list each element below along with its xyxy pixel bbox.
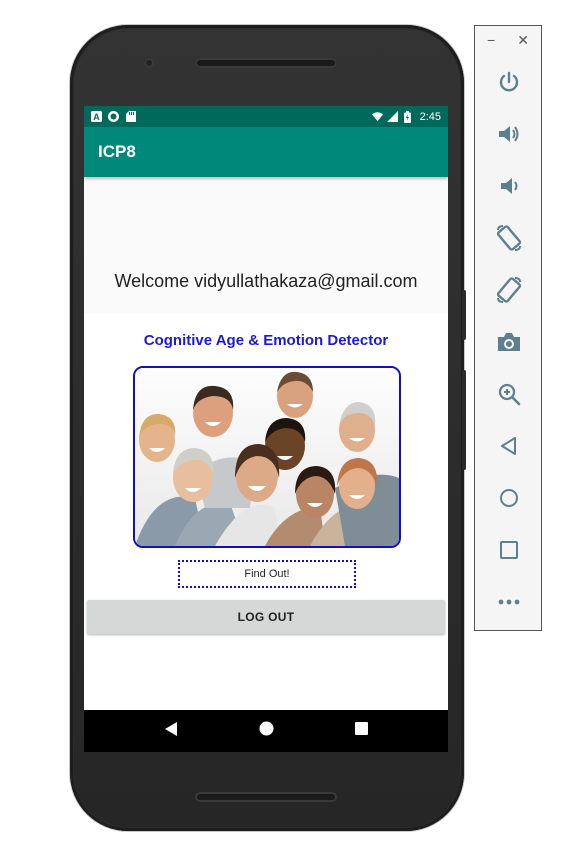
rotate-left-icon[interactable] [493, 222, 525, 254]
home-icon[interactable] [259, 721, 274, 741]
side-button-power[interactable] [462, 290, 466, 340]
camera-icon[interactable] [493, 326, 525, 358]
status-bar: A 2:45 [84, 106, 448, 127]
volume-up-icon[interactable] [493, 118, 525, 150]
a-icon-glyph: A [93, 112, 100, 122]
find-out-button[interactable]: Find Out! [178, 560, 356, 588]
zoom-icon[interactable] [493, 378, 525, 410]
more-icon[interactable] [493, 586, 525, 618]
circle-icon [108, 111, 119, 122]
device-screen: A 2:45 ICP8 Welcome vidyullathakaza@gmai… [84, 106, 448, 752]
rotate-right-icon[interactable] [493, 274, 525, 306]
back-icon[interactable] [493, 430, 525, 462]
side-button-volume[interactable] [462, 370, 466, 470]
earpiece-speaker [195, 58, 337, 68]
detector-heading: Cognitive Age & Emotion Detector [143, 332, 389, 349]
group-photo [133, 366, 401, 548]
main-content: Welcome vidyullathakaza@gmail.com Cognit… [84, 177, 448, 710]
app-bar: ICP8 [84, 127, 448, 177]
sd-card-icon [125, 111, 136, 122]
emulator-toolbar: − ✕ [474, 25, 542, 631]
bottom-speaker [195, 792, 337, 802]
overview-icon[interactable] [493, 534, 525, 566]
back-icon[interactable] [164, 721, 178, 741]
home-icon[interactable] [493, 482, 525, 514]
power-icon[interactable] [493, 66, 525, 98]
status-time: 2:45 [419, 110, 441, 123]
recents-icon[interactable] [354, 722, 368, 740]
close-button[interactable]: ✕ [517, 32, 529, 58]
signal-icon [386, 111, 398, 122]
navigation-bar [84, 710, 448, 752]
volume-down-icon[interactable] [493, 170, 525, 202]
battery-icon [402, 110, 413, 123]
wifi-icon [371, 111, 383, 122]
app-title: ICP8 [98, 142, 136, 161]
minimize-button[interactable]: − [487, 32, 495, 58]
logout-button[interactable]: LOG OUT [87, 600, 445, 634]
front-camera [144, 58, 154, 68]
welcome-text: Welcome vidyullathakaza@gmail.com [114, 271, 418, 291]
a-icon: A [91, 111, 102, 122]
